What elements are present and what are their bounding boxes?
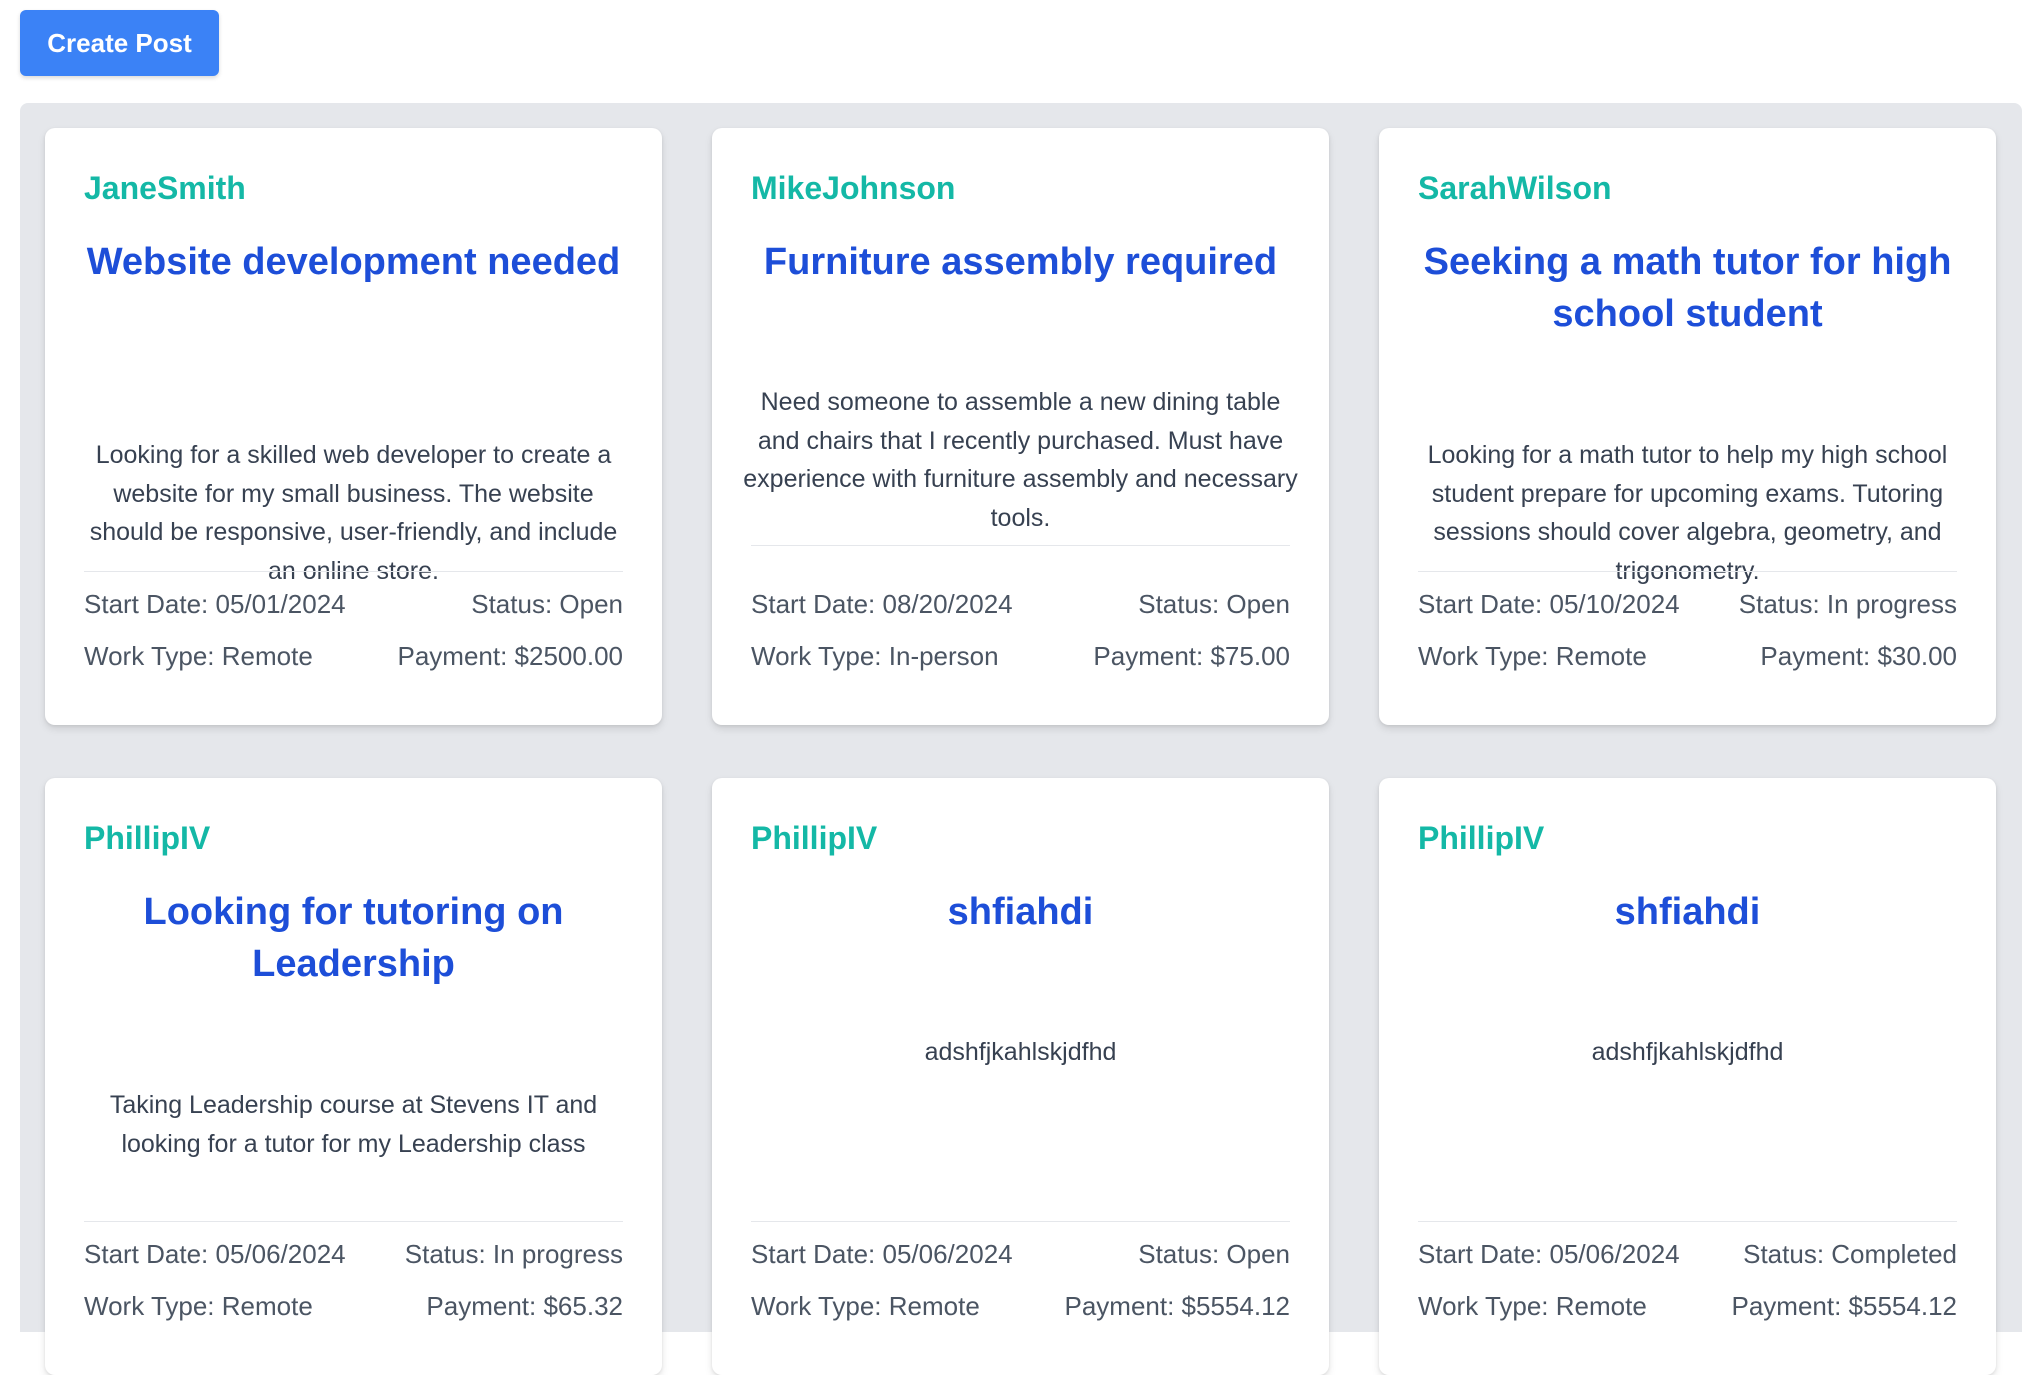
post-start-date: Start Date: 05/01/2024 (84, 589, 346, 619)
post-meta-row: Start Date: 05/06/2024 Status: Open (751, 1239, 1290, 1270)
post-status: Status: Open (471, 589, 623, 619)
post-start-date: Start Date: 05/06/2024 (1418, 1239, 1680, 1269)
post-meta-row: Work Type: Remote Payment: $30.00 (1418, 641, 1957, 672)
post-title[interactable]: Website development needed (75, 236, 632, 288)
post-card[interactable]: SarahWilson Seeking a math tutor for hig… (1379, 128, 1996, 725)
post-status: Status: Completed (1743, 1239, 1957, 1269)
post-meta-row: Work Type: Remote Payment: $5554.12 (751, 1291, 1290, 1322)
post-title[interactable]: Furniture assembly required (742, 236, 1299, 288)
post-work-type: Work Type: Remote (751, 1291, 980, 1321)
card-divider (84, 1221, 623, 1222)
post-username[interactable]: PhillipIV (1418, 820, 1544, 857)
post-work-type: Work Type: Remote (1418, 641, 1647, 671)
post-card[interactable]: PhillipIV shfiahdi adshfjkahlskjdfhd Sta… (712, 778, 1329, 1375)
posts-grid: JaneSmith Website development needed Loo… (20, 103, 2022, 1375)
post-meta-row: Start Date: 08/20/2024 Status: Open (751, 589, 1290, 620)
post-title[interactable]: Seeking a math tutor for high school stu… (1409, 236, 1966, 340)
post-title[interactable]: Looking for tutoring on Leadership (75, 886, 632, 990)
post-username[interactable]: SarahWilson (1418, 170, 1612, 207)
card-divider (751, 1221, 1290, 1222)
post-payment: Payment: $65.32 (426, 1291, 623, 1321)
post-status: Status: Open (1138, 1239, 1290, 1269)
post-description: Taking Leadership course at Stevens IT a… (109, 1091, 598, 1158)
post-meta-row: Work Type: Remote Payment: $5554.12 (1418, 1291, 1957, 1322)
post-meta-row: Start Date: 05/06/2024 Status: Completed (1418, 1239, 1957, 1270)
post-card[interactable]: PhillipIV shfiahdi adshfjkahlskjdfhd Sta… (1379, 778, 1996, 1375)
post-work-type: Work Type: Remote (84, 641, 313, 671)
post-username[interactable]: JaneSmith (84, 170, 246, 207)
create-post-button[interactable]: Create Post (20, 10, 219, 76)
post-description: adshfjkahlskjdfhd (924, 1038, 1117, 1066)
post-card[interactable]: PhillipIV Looking for tutoring on Leader… (45, 778, 662, 1375)
post-start-date: Start Date: 05/10/2024 (1418, 589, 1680, 619)
post-payment: Payment: $30.00 (1760, 641, 1957, 671)
post-card[interactable]: JaneSmith Website development needed Loo… (45, 128, 662, 725)
post-title[interactable]: shfiahdi (742, 886, 1299, 938)
post-status: Status: Open (1138, 589, 1290, 619)
post-description: adshfjkahlskjdfhd (1591, 1038, 1784, 1066)
card-divider (1418, 1221, 1957, 1222)
post-payment: Payment: $2500.00 (397, 641, 624, 671)
post-meta-row: Work Type: Remote Payment: $2500.00 (84, 641, 623, 672)
post-work-type: Work Type: Remote (84, 1291, 313, 1321)
card-divider (1418, 571, 1957, 572)
post-payment: Payment: $75.00 (1093, 641, 1290, 671)
post-meta-row: Start Date: 05/06/2024 Status: In progre… (84, 1239, 623, 1270)
post-card[interactable]: MikeJohnson Furniture assembly required … (712, 128, 1329, 725)
post-payment: Payment: $5554.12 (1731, 1291, 1958, 1321)
post-status: Status: In progress (404, 1239, 623, 1269)
post-status: Status: In progress (1738, 589, 1957, 619)
post-meta-row: Start Date: 05/01/2024 Status: Open (84, 589, 623, 620)
post-work-type: Work Type: Remote (1418, 1291, 1647, 1321)
post-description: Looking for a skilled web developer to c… (89, 441, 618, 585)
post-start-date: Start Date: 05/06/2024 (84, 1239, 346, 1269)
post-work-type: Work Type: In-person (751, 641, 999, 671)
post-meta-row: Start Date: 05/10/2024 Status: In progre… (1418, 589, 1957, 620)
post-meta-row: Work Type: Remote Payment: $65.32 (84, 1291, 623, 1322)
post-start-date: Start Date: 08/20/2024 (751, 589, 1013, 619)
post-title[interactable]: shfiahdi (1409, 886, 1966, 938)
post-description: Looking for a math tutor to help my high… (1427, 441, 1948, 585)
post-username[interactable]: PhillipIV (751, 820, 877, 857)
post-username[interactable]: PhillipIV (84, 820, 210, 857)
post-username[interactable]: MikeJohnson (751, 170, 955, 207)
post-description: Need someone to assemble a new dining ta… (743, 388, 1298, 532)
card-divider (84, 571, 623, 572)
post-payment: Payment: $5554.12 (1064, 1291, 1291, 1321)
post-meta-row: Work Type: In-person Payment: $75.00 (751, 641, 1290, 672)
card-divider (751, 545, 1290, 546)
post-start-date: Start Date: 05/06/2024 (751, 1239, 1013, 1269)
